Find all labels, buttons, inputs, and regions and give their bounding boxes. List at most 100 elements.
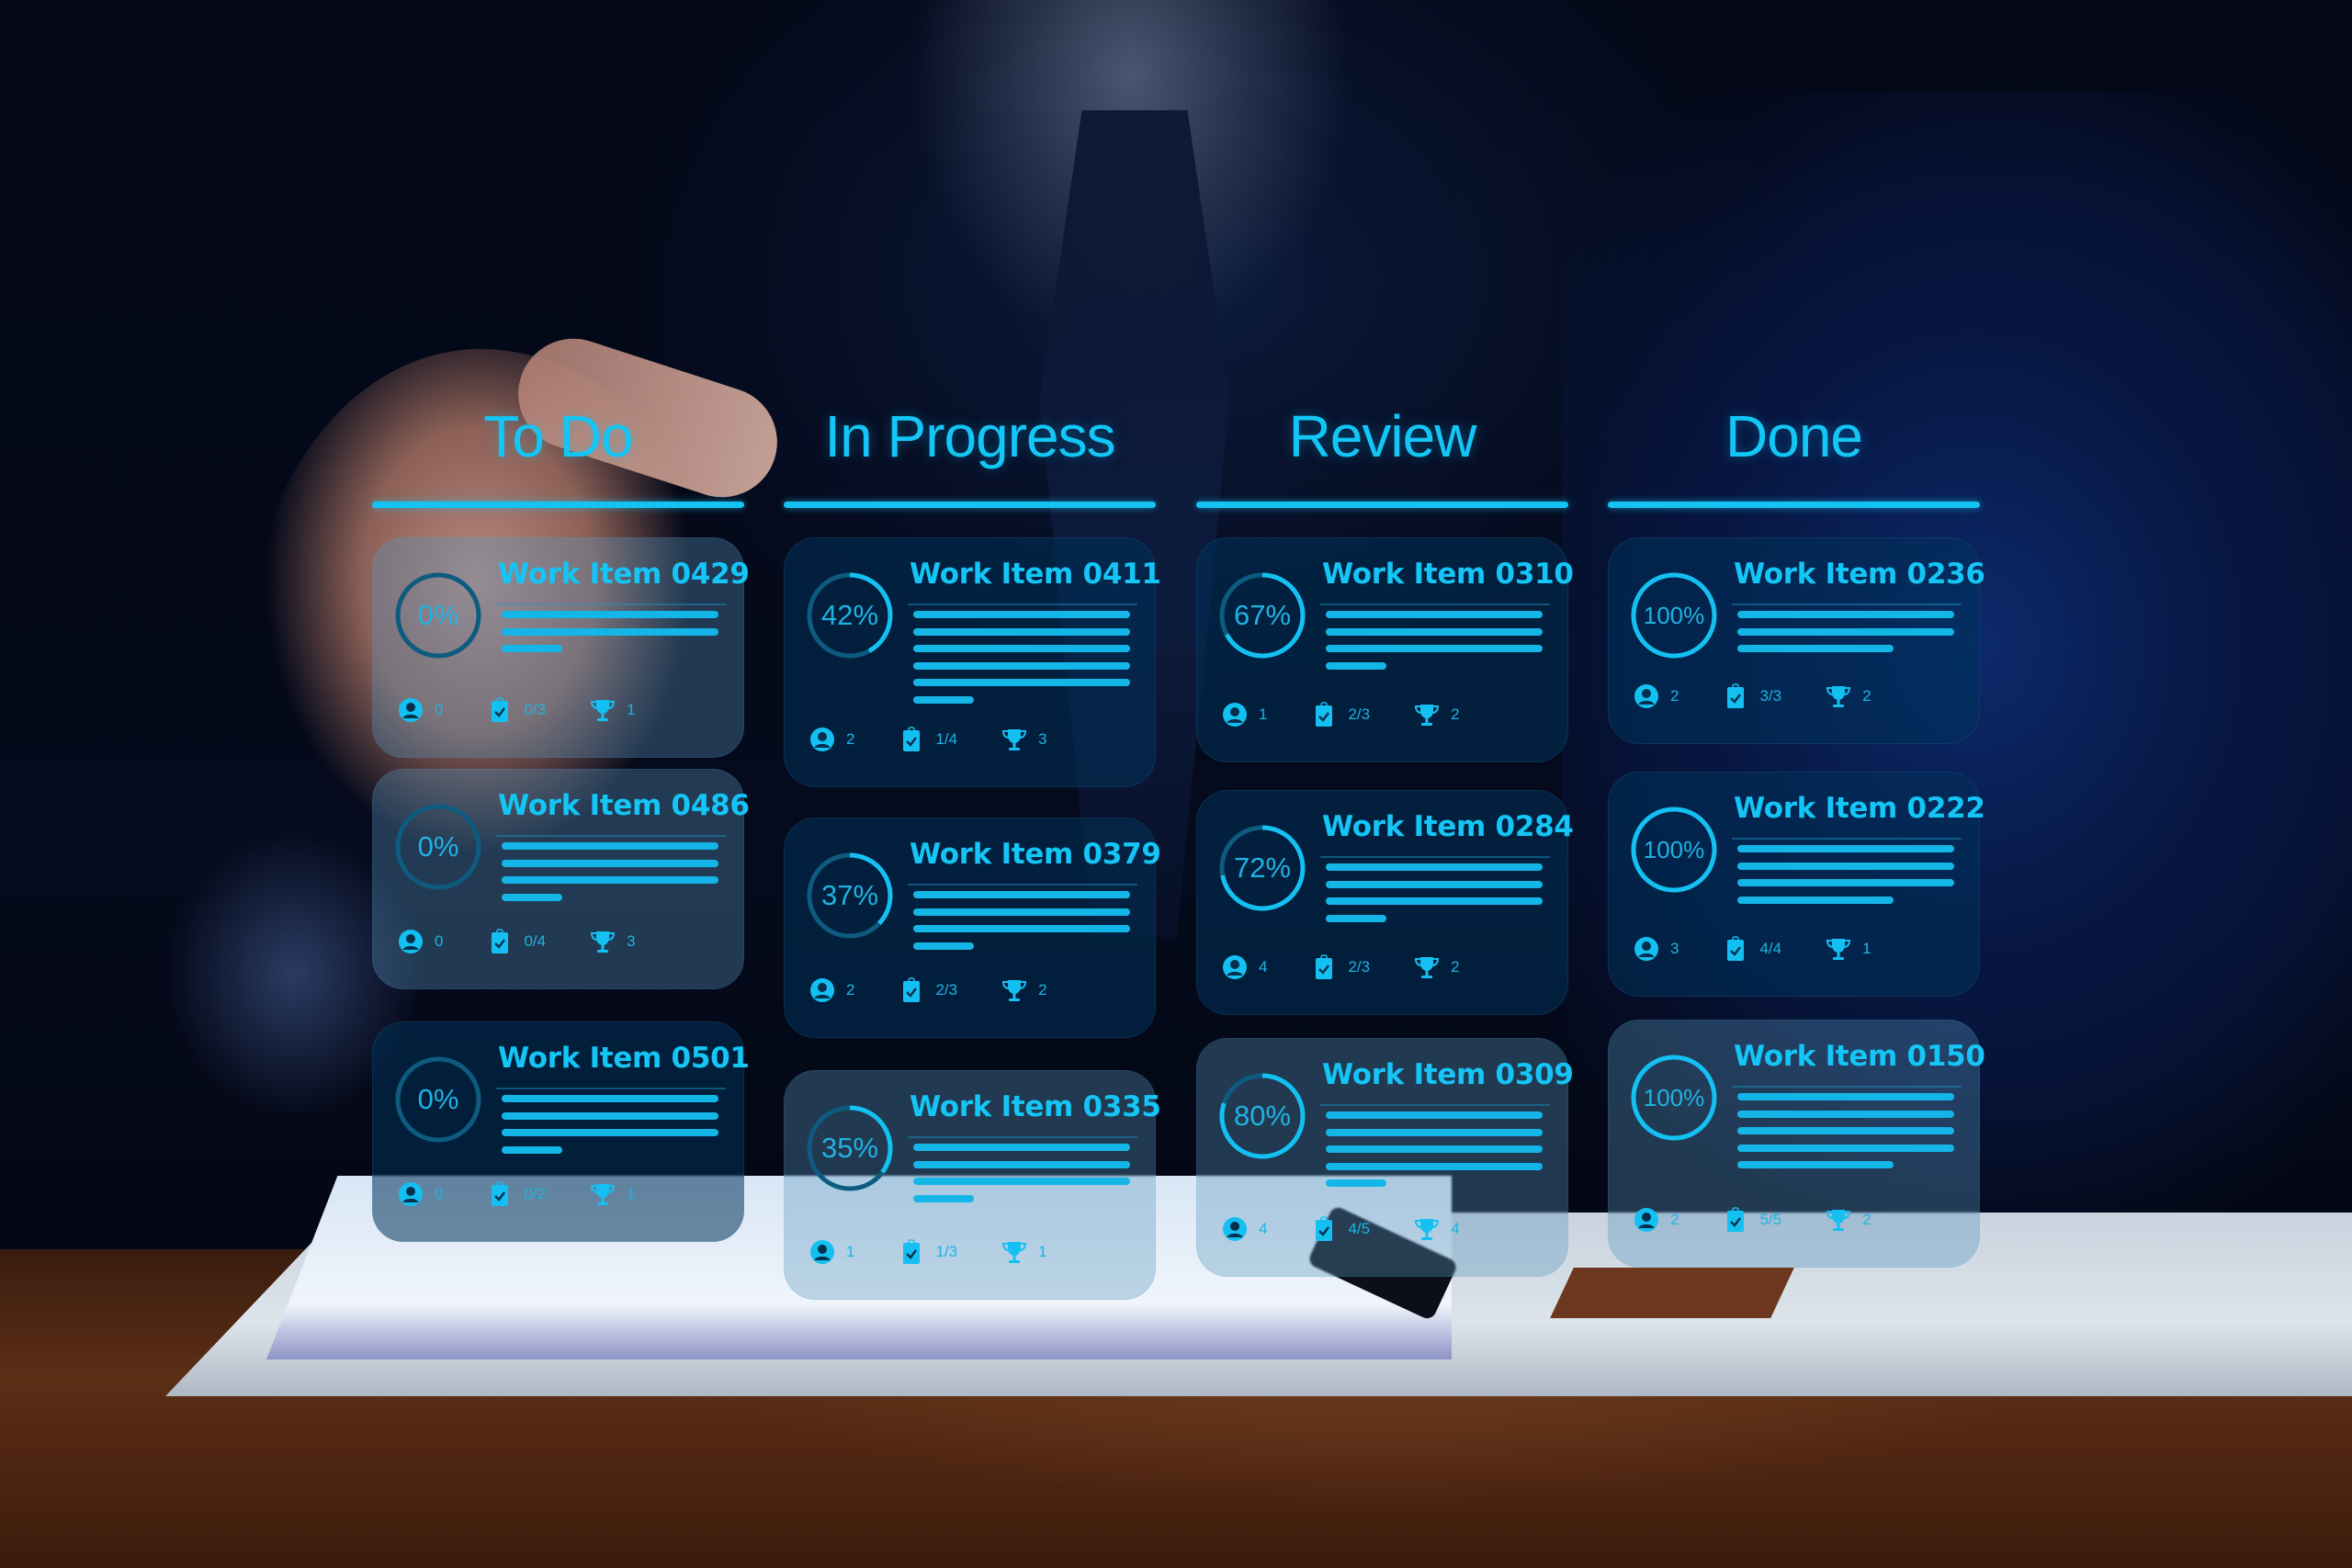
work-item-card[interactable]: 37% Work Item 0379 2 2/3 2 — [784, 818, 1161, 1038]
work-item-card[interactable]: 100% Work Item 0236 2 3/3 2 — [1608, 537, 1985, 744]
work-item-card[interactable]: 0% Work Item 0501 0 0/2 1 — [372, 1021, 750, 1242]
text-line — [1326, 1128, 1543, 1136]
clipboard-check-icon — [1723, 936, 1748, 962]
card-stats: 0 0/2 1 — [398, 1181, 680, 1207]
description-placeholder — [1737, 1093, 1954, 1179]
title-divider — [1732, 838, 1962, 840]
work-item-card[interactable]: 0% Work Item 0429 0 0/3 1 — [372, 537, 750, 758]
text-line — [913, 627, 1130, 636]
awards-stat: 2 — [1414, 954, 1460, 980]
title-divider — [908, 1136, 1137, 1138]
column-done: Done 100% Work Item 0236 2 3/3 2 100% Wo… — [1608, 403, 1985, 1268]
work-item-card[interactable]: 35% Work Item 0335 1 1/3 1 — [784, 1070, 1161, 1300]
description-placeholder — [913, 891, 1130, 959]
assignees-count: 0 — [435, 701, 444, 718]
text-line — [1737, 879, 1954, 887]
kanban-board: To Do 0% Work Item 0429 0 0/3 1 0% Work … — [0, 0, 2352, 1568]
description-placeholder — [1326, 1111, 1543, 1197]
work-item-title[interactable]: Work Item 0309 — [1322, 1058, 1574, 1091]
column-title: Done — [1725, 403, 1863, 469]
work-item-card[interactable]: 100% Work Item 0150 2 5/5 2 — [1608, 1020, 1985, 1268]
assignees-count: 4 — [1259, 1220, 1268, 1237]
text-line — [502, 842, 718, 850]
trophy-icon — [590, 1181, 616, 1207]
checklist-progress: 3/3 — [1759, 687, 1782, 705]
assignees-count: 2 — [1670, 687, 1679, 705]
awards-count: 2 — [1451, 705, 1460, 723]
description-placeholder — [1737, 845, 1954, 913]
work-item-title[interactable]: Work Item 0379 — [910, 838, 1161, 871]
checklist-progress: 0/4 — [524, 932, 547, 950]
user-avatar-icon — [1222, 954, 1248, 980]
text-line — [1326, 863, 1543, 871]
trophy-icon — [1414, 1216, 1440, 1242]
clipboard-check-icon — [899, 727, 924, 752]
text-line — [913, 1178, 1130, 1186]
title-divider — [496, 1088, 726, 1089]
progress-percent: 80% — [1233, 1100, 1292, 1132]
card-stats: 2 3/3 2 — [1634, 683, 1916, 709]
column-to-do: To Do 0% Work Item 0429 0 0/3 1 0% Work … — [372, 403, 750, 1242]
title-divider — [1320, 604, 1550, 605]
title-divider — [908, 604, 1137, 605]
progress-percent: 35% — [820, 1132, 879, 1164]
title-divider — [1320, 856, 1550, 858]
checklist-progress: 1/3 — [935, 1243, 958, 1260]
assignees-count: 2 — [1670, 1211, 1679, 1228]
work-item-card[interactable]: 100% Work Item 0222 3 4/4 1 — [1608, 772, 1985, 997]
column-title: To Do — [483, 403, 633, 469]
assignees-stat: 0 — [398, 929, 443, 954]
text-line — [913, 695, 975, 704]
awards-count: 3 — [1038, 730, 1047, 748]
text-line — [1737, 627, 1954, 636]
checklist-progress: 0/3 — [524, 701, 547, 718]
assignees-stat: 1 — [1222, 702, 1267, 728]
user-avatar-icon — [1634, 936, 1659, 962]
assignees-count: 3 — [1670, 940, 1679, 957]
trophy-icon — [1001, 727, 1027, 752]
user-avatar-icon — [398, 929, 424, 954]
progress-ring: 35% — [804, 1102, 896, 1194]
text-line — [1326, 1162, 1543, 1170]
text-line — [1737, 1110, 1954, 1118]
checklist-progress: 2/3 — [1348, 705, 1371, 723]
work-item-title[interactable]: Work Item 0335 — [910, 1090, 1161, 1123]
trophy-icon — [590, 929, 616, 954]
work-item-title[interactable]: Work Item 0222 — [1734, 792, 1985, 825]
description-placeholder — [502, 611, 718, 662]
checklist-stat: 1/3 — [899, 1239, 957, 1265]
text-line — [502, 627, 718, 636]
text-line — [913, 645, 1130, 653]
column-title: In Progress — [824, 403, 1115, 469]
card-stats: 0 0/3 1 — [398, 697, 680, 723]
progress-ring: 100% — [1628, 1052, 1720, 1144]
checklist-progress: 2/3 — [1348, 958, 1371, 976]
work-item-title[interactable]: Work Item 0284 — [1322, 810, 1574, 843]
work-item-title[interactable]: Work Item 0236 — [1734, 558, 1985, 591]
trophy-icon — [1826, 1207, 1851, 1233]
work-item-title[interactable]: Work Item 0501 — [498, 1042, 750, 1075]
work-item-title[interactable]: Work Item 0411 — [910, 558, 1161, 591]
work-item-card[interactable]: 72% Work Item 0284 4 2/3 2 — [1196, 790, 1574, 1015]
progress-ring: 67% — [1216, 570, 1308, 661]
text-line — [1326, 661, 1387, 670]
work-item-title[interactable]: Work Item 0486 — [498, 789, 750, 822]
user-avatar-icon — [1222, 1216, 1248, 1242]
title-divider — [1732, 604, 1962, 605]
text-line — [913, 908, 1130, 916]
work-item-title[interactable]: Work Item 0310 — [1322, 558, 1574, 591]
text-line — [1326, 897, 1543, 906]
checklist-progress: 0/2 — [524, 1185, 547, 1202]
work-item-card[interactable]: 67% Work Item 0310 1 2/3 2 — [1196, 537, 1574, 762]
user-avatar-icon — [1634, 1207, 1659, 1233]
checklist-stat: 2/3 — [1311, 702, 1370, 728]
work-item-title[interactable]: Work Item 0150 — [1734, 1040, 1985, 1073]
description-placeholder — [1737, 611, 1954, 662]
card-stats: 1 1/3 1 — [809, 1239, 1091, 1265]
awards-stat: 1 — [590, 697, 636, 723]
work-item-card[interactable]: 0% Work Item 0486 0 0/4 3 — [372, 769, 750, 989]
work-item-card[interactable]: 42% Work Item 0411 2 1/4 3 — [784, 537, 1161, 787]
work-item-title[interactable]: Work Item 0429 — [498, 558, 750, 591]
work-item-card[interactable]: 80% Work Item 0309 4 4/5 4 — [1196, 1038, 1574, 1277]
progress-percent: 0% — [417, 1083, 459, 1115]
